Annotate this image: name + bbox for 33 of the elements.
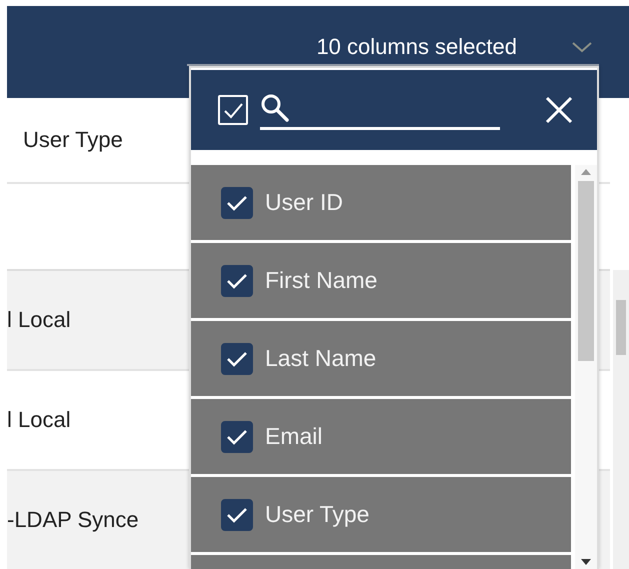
option-label: Email <box>265 423 323 450</box>
check-icon <box>226 506 248 524</box>
scrollbar[interactable] <box>575 165 597 569</box>
table-cell: -LDAP Synce <box>7 507 139 533</box>
option-label: User Type <box>265 501 370 528</box>
close-button[interactable] <box>543 94 575 126</box>
checkbox[interactable] <box>221 264 253 296</box>
column-option[interactable]: Last Name <box>191 321 571 396</box>
scroll-down-icon <box>581 559 591 565</box>
select-all-checkbox[interactable] <box>218 95 248 125</box>
column-option[interactable]: First Name <box>191 243 571 318</box>
checkbox[interactable] <box>221 420 253 452</box>
checkbox[interactable] <box>221 342 253 374</box>
check-icon <box>226 272 248 290</box>
table-cell: l Local <box>7 307 71 333</box>
column-header[interactable]: User Type <box>7 127 123 153</box>
scroll-up-icon <box>581 169 591 175</box>
checkbox[interactable] <box>221 498 253 530</box>
scrollbar[interactable] <box>613 270 629 569</box>
check-icon <box>226 194 248 212</box>
table-cell: l Local <box>7 407 71 433</box>
check-icon <box>226 350 248 368</box>
option-label: Last Name <box>265 345 376 372</box>
close-icon <box>545 96 573 124</box>
checkbox[interactable] <box>221 186 253 218</box>
search-icon <box>260 92 290 122</box>
option-label: User ID <box>265 189 343 216</box>
column-option[interactable]: User ID <box>191 165 571 240</box>
chevron-down-icon <box>571 41 593 53</box>
option-label: First Name <box>265 267 378 294</box>
check-icon <box>226 428 248 446</box>
column-option[interactable]: Email <box>191 399 571 474</box>
column-option[interactable]: User Type <box>191 477 571 552</box>
